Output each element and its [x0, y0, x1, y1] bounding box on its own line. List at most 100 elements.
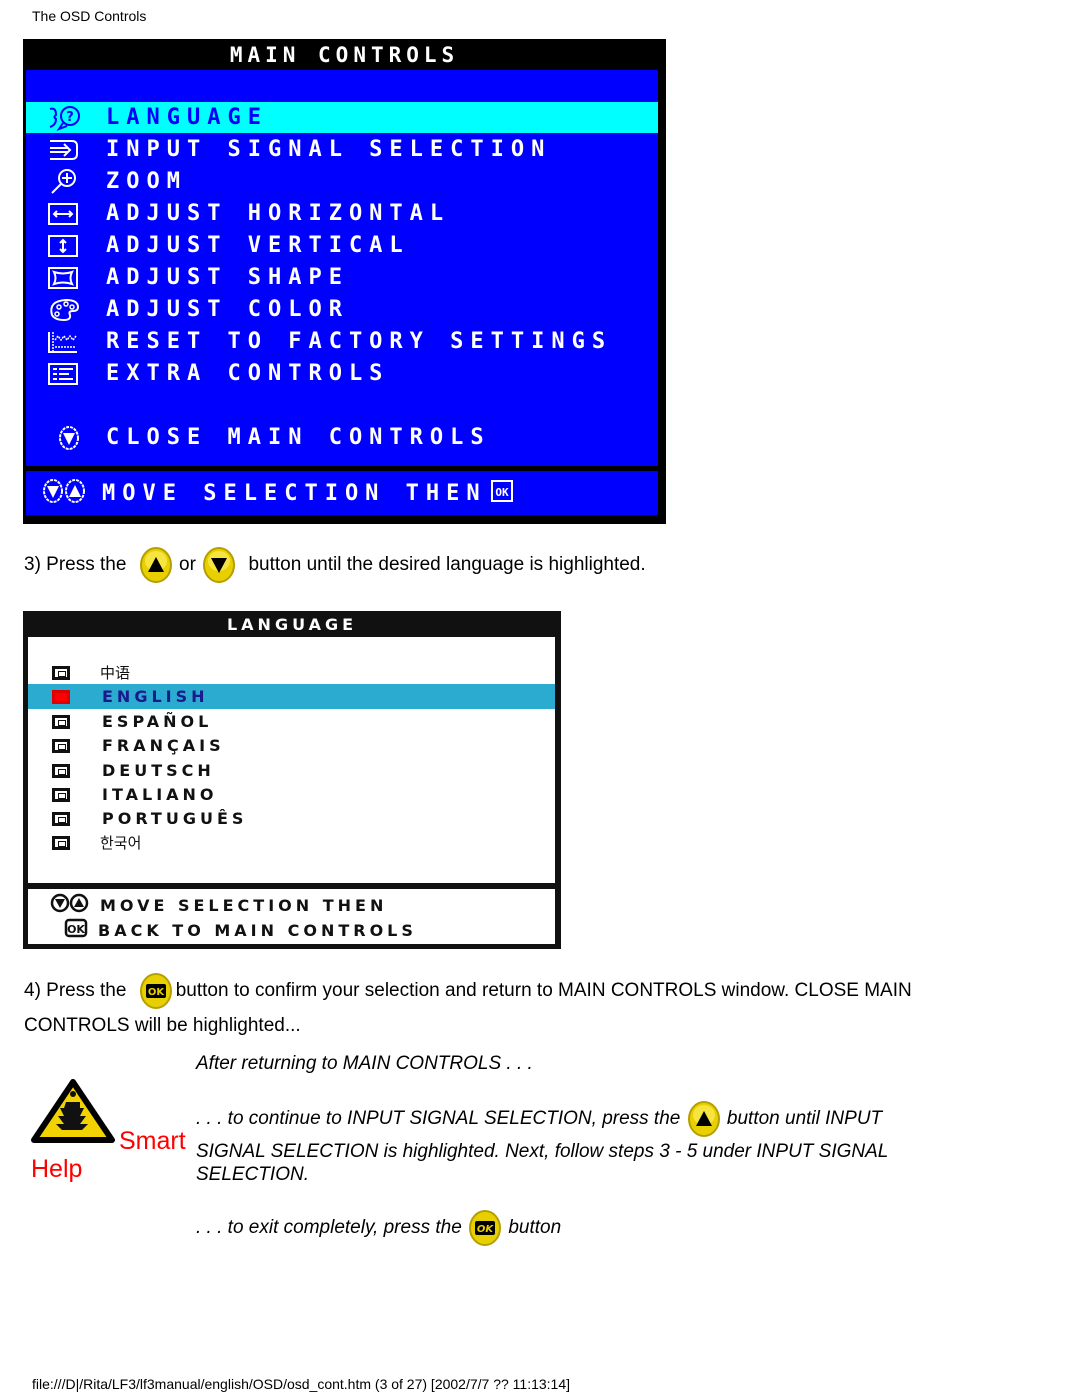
svg-text:OK: OK: [148, 987, 166, 998]
smart-help-continue: . . . to continue to INPUT SIGNAL SELECT…: [196, 1101, 882, 1137]
checkbox-icon: [52, 714, 70, 729]
smart-help-continue-cont: SIGNAL SELECTION is highlighted. Next, f…: [196, 1140, 888, 1186]
svg-text:?: ?: [66, 110, 74, 125]
palette-icon: [44, 297, 84, 323]
osd-footer: MOVE SELECTION THEN OK: [26, 471, 658, 515]
language-item-chinese[interactable]: 中语: [28, 660, 555, 685]
step-4-instruction: 4) Press the OK button to confirm your se…: [24, 973, 1064, 1043]
osd-footer-label: MOVE SELECTION THEN: [102, 480, 487, 506]
osd-item-adjust-color[interactable]: ADJUST COLOR: [26, 294, 658, 325]
svg-text:OK: OK: [477, 1224, 495, 1235]
down-button-icon: [201, 547, 237, 583]
language-item-deutsch[interactable]: DEUTSCH: [28, 758, 555, 783]
page-header: The OSD Controls: [32, 8, 147, 24]
step-3-instruction: 3) Press the or button until the desired…: [24, 547, 646, 583]
checkbox-icon: [52, 811, 70, 826]
osd-item-label: ADJUST VERTICAL: [106, 233, 410, 258]
ok-icon: OK: [64, 918, 88, 943]
osd-item-label: LANGUAGE: [106, 105, 268, 130]
smart-help-icon: [30, 1078, 116, 1151]
factory-icon: [44, 329, 84, 355]
language-label: 한국어: [100, 834, 142, 852]
osd-item-adjust-vertical[interactable]: ADJUST VERTICAL: [26, 230, 658, 261]
ok-icon: OK: [490, 479, 513, 507]
continue-suffix: button until INPUT: [726, 1108, 883, 1129]
checkbox-icon: [52, 763, 70, 778]
page-footer-url: file:///D|/Rita/LF3/lf3manual/english/OS…: [32, 1376, 571, 1392]
osd-item-adjust-shape[interactable]: ADJUST SHAPE: [26, 262, 658, 293]
language-osd: LANGUAGE 中语 ENGLISH ESPAÑOL FRANÇAIS DEU…: [23, 611, 561, 949]
horizontal-arrows-icon: [44, 201, 84, 227]
checkbox-icon: [52, 787, 70, 802]
osd-item-extra-controls[interactable]: EXTRA CONTROLS: [26, 358, 658, 389]
language-label: DEUTSCH: [102, 761, 215, 780]
osd-item-reset-factory[interactable]: RESET TO FACTORY SETTINGS: [26, 326, 658, 357]
osd-item-label: ADJUST HORIZONTAL: [106, 201, 451, 226]
osd-item-language[interactable]: ? LANGUAGE: [26, 102, 658, 133]
up-button-icon: [686, 1101, 722, 1137]
language-label: PORTUGUÊS: [102, 809, 248, 828]
language-item-espanol[interactable]: ESPAÑOL: [28, 709, 555, 734]
step-3-suffix: button until the desired language is hig…: [248, 554, 646, 575]
exit-suffix: button: [508, 1217, 562, 1238]
main-controls-osd: MAIN CONTROLS ? LANGUAGE INPUT SIGNAL SE…: [23, 39, 666, 524]
ok-button-icon: OK: [467, 1210, 503, 1246]
smart-help-after: After returning to MAIN CONTROLS . . .: [196, 1053, 533, 1074]
checkbox-selected-icon: [52, 689, 70, 704]
language-label: FRANÇAIS: [102, 736, 225, 755]
osd-item-label: EXTRA CONTROLS: [106, 361, 390, 386]
list-icon: [44, 361, 84, 387]
language-label: 中语: [100, 664, 131, 682]
smart-help-word2: Help: [31, 1155, 83, 1183]
language-item-francais[interactable]: FRANÇAIS: [28, 733, 555, 758]
step-4-line2: CONTROLS will be highlighted...: [24, 1015, 301, 1036]
smart-help-word1: Smart: [119, 1127, 186, 1155]
osd-item-zoom[interactable]: ZOOM: [26, 166, 658, 197]
language-label: ENGLISH: [102, 687, 209, 706]
language-item-italiano[interactable]: ITALIANO: [28, 782, 555, 807]
osd-title: MAIN CONTROLS: [229, 43, 460, 67]
svg-text:OK: OK: [495, 486, 509, 499]
input-signal-icon: [44, 137, 84, 163]
language-list: 中语 ENGLISH ESPAÑOL FRANÇAIS DEUTSCH ITAL…: [28, 637, 555, 883]
continue-line2: SIGNAL SELECTION is highlighted. Next, f…: [196, 1141, 889, 1162]
osd-item-label: RESET TO FACTORY SETTINGS: [106, 329, 613, 354]
step-3-or: or: [179, 554, 196, 575]
language-footer-line2: BACK TO MAIN CONTROLS: [98, 920, 417, 940]
osd-menu: ? LANGUAGE INPUT SIGNAL SELECTION ZOOM A…: [26, 70, 658, 466]
down-up-arrows-icon: [50, 892, 90, 919]
continue-prefix: . . . to continue to INPUT SIGNAL SELECT…: [196, 1108, 681, 1129]
osd-item-close-main-controls[interactable]: CLOSE MAIN CONTROLS: [26, 422, 658, 453]
language-osd-footer: MOVE SELECTION THEN OK BACK TO MAIN CONT…: [28, 889, 555, 944]
language-label: ESPAÑOL: [102, 712, 213, 731]
osd-item-label: INPUT SIGNAL SELECTION: [106, 137, 552, 162]
ok-button-icon: OK: [138, 973, 174, 1009]
checkbox-icon: [52, 665, 70, 680]
language-item-korean[interactable]: 한국어: [28, 830, 555, 855]
osd-item-adjust-horizontal[interactable]: ADJUST HORIZONTAL: [26, 198, 658, 229]
step-4-prefix: 4) Press the: [24, 980, 127, 1002]
osd-item-label: ADJUST COLOR: [106, 297, 349, 322]
down-arrow-icon: [54, 425, 84, 451]
checkbox-icon: [52, 835, 70, 850]
exit-prefix: . . . to exit completely, press the: [196, 1217, 462, 1238]
step-4-suffix: button to confirm your selection and ret…: [175, 980, 912, 1002]
continue-line3: SELECTION.: [196, 1164, 309, 1185]
vertical-arrows-icon: [44, 233, 84, 259]
language-icon: ?: [44, 105, 84, 131]
svg-text:OK: OK: [67, 923, 85, 936]
language-item-english[interactable]: ENGLISH: [28, 684, 555, 709]
language-item-portugues[interactable]: PORTUGUÊS: [28, 806, 555, 831]
checkbox-icon: [52, 738, 70, 753]
language-label: ITALIANO: [102, 785, 218, 804]
up-button-icon: [138, 547, 174, 583]
down-up-arrows-icon: [42, 477, 88, 510]
shape-icon: [44, 265, 84, 291]
osd-item-label: ADJUST SHAPE: [106, 265, 349, 290]
zoom-icon: [44, 168, 84, 195]
language-footer-line1: MOVE SELECTION THEN: [100, 895, 388, 915]
step-3-prefix: 3) Press the: [24, 554, 127, 575]
osd-item-label: ZOOM: [106, 169, 187, 194]
smart-help-exit: . . . to exit completely, press the OK b…: [196, 1210, 561, 1246]
osd-item-input-signal[interactable]: INPUT SIGNAL SELECTION: [26, 134, 658, 165]
